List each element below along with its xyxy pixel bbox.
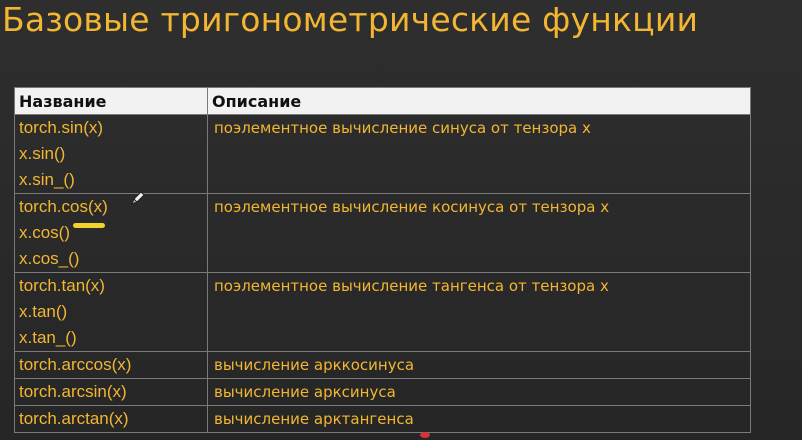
function-names-cell: torch.tan(x) x.tan() x.tan_(): [14, 272, 208, 352]
function-description: вычисление арккосинуса: [207, 351, 751, 379]
table-row: torch.arccos(x) вычисление арккосинуса: [14, 351, 751, 379]
function-description: поэлементное вычисление косинуса от тенз…: [207, 193, 751, 273]
column-header-description: Описание: [207, 87, 751, 115]
function-description: поэлементное вычисление синуса от тензор…: [207, 114, 751, 194]
function-name: torch.arctan(x): [19, 409, 129, 428]
table-row: torch.sin(x) x.sin() x.sin_() поэлементн…: [14, 114, 751, 194]
function-name: x.sin_(): [19, 170, 75, 189]
function-name: x.sin(): [19, 144, 66, 163]
slide-title: Базовые тригонометрические функции: [2, 0, 699, 39]
function-description: вычисление арктангенса: [207, 405, 751, 433]
function-name: x.tan_(): [19, 328, 77, 347]
table-row: torch.arcsin(x) вычисление арксинуса: [14, 378, 751, 406]
column-header-name: Название: [14, 87, 208, 115]
function-names-cell: torch.cos(x) x.cos() x.cos_(): [14, 193, 208, 273]
function-name: torch.tan(x): [19, 276, 105, 295]
function-names-cell: torch.arccos(x): [14, 351, 208, 379]
function-names-cell: torch.arctan(x): [14, 405, 208, 433]
slide: Базовые тригонометрические функции Назва…: [0, 0, 802, 440]
table-row: torch.arctan(x) вычисление арктангенса: [14, 405, 751, 433]
function-name: torch.arcsin(x): [19, 382, 127, 401]
table-row: torch.cos(x) x.cos() x.cos_() поэлементн…: [14, 193, 751, 273]
highlight-underline: [73, 223, 105, 228]
function-description: поэлементное вычисление тангенса от тенз…: [207, 272, 751, 352]
function-name: x.cos(): [19, 223, 70, 242]
pen-cursor-icon: [129, 189, 147, 211]
function-name: torch.arccos(x): [19, 355, 132, 374]
function-name: torch.cos(x): [19, 197, 108, 216]
function-names-cell: torch.sin(x) x.sin() x.sin_(): [14, 114, 208, 194]
function-name: torch.sin(x): [19, 118, 104, 137]
functions-table: Название Описание torch.sin(x) x.sin() x…: [14, 87, 751, 433]
table-row: torch.tan(x) x.tan() x.tan_() поэлементн…: [14, 272, 751, 352]
pointer-dot: [420, 432, 430, 438]
function-name: x.cos_(): [19, 249, 80, 268]
table-header-row: Название Описание: [14, 87, 751, 115]
function-name: x.tan(): [19, 302, 68, 321]
function-names-cell: torch.arcsin(x): [14, 378, 208, 406]
function-description: вычисление арксинуса: [207, 378, 751, 406]
